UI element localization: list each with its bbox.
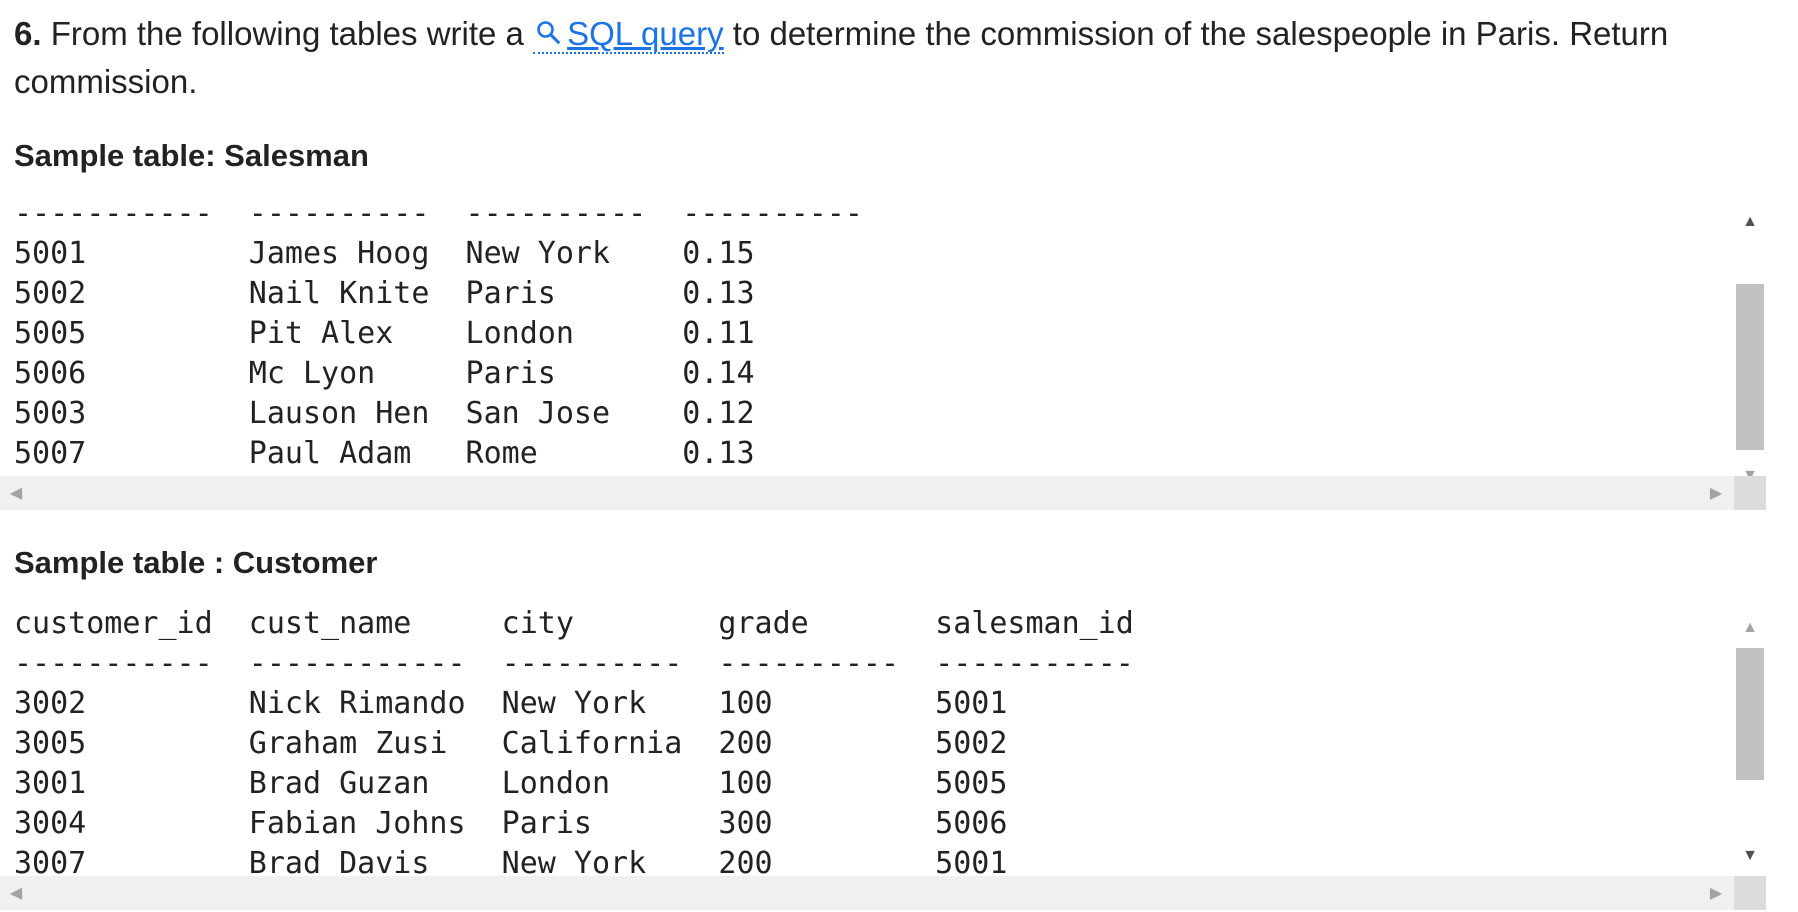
salesman-heading: Sample table: Salesman xyxy=(14,138,369,173)
question-text: 6. From the following tables write a SQL… xyxy=(14,10,1754,106)
salesman-horizontal-scrollbar[interactable]: ◀ ▶ xyxy=(0,476,1766,510)
salesman-code-line: 5006 Mc Lyon Paris 0.14 xyxy=(14,356,755,391)
scroll-right-icon[interactable]: ▶ xyxy=(1700,476,1732,510)
salesman-code-line: 5005 Pit Alex London 0.11 xyxy=(14,316,755,351)
question-number: 6. xyxy=(14,15,42,52)
customer-table-code: customer_id cust_name city grade salesma… xyxy=(14,604,1134,884)
magnifier-icon xyxy=(537,21,560,44)
salesman-table-code: ----------- ---------- ---------- ------… xyxy=(14,196,863,474)
sql-query-link[interactable]: SQL query xyxy=(533,15,724,54)
customer-code-line: customer_id cust_name city grade salesma… xyxy=(14,606,1134,641)
scroll-left-icon[interactable]: ◀ xyxy=(0,476,32,510)
salesman-code-line: 5001 James Hoog New York 0.15 xyxy=(14,236,755,271)
scroll-right-icon[interactable]: ▶ xyxy=(1700,876,1732,910)
salesman-code-line: 5003 Lauson Hen San Jose 0.12 xyxy=(14,396,755,431)
salesman-code-line: 5002 Nail Knite Paris 0.13 xyxy=(14,276,755,311)
sql-query-link-text: SQL query xyxy=(567,15,724,52)
scroll-up-icon[interactable]: ▲ xyxy=(1734,208,1766,236)
customer-horizontal-scrollbar[interactable]: ◀ ▶ xyxy=(0,876,1766,910)
customer-code-line: 3004 Fabian Johns Paris 300 5006 xyxy=(14,806,1008,841)
question-text-before: From the following tables write a xyxy=(41,15,524,52)
page: 6. From the following tables write a SQL… xyxy=(0,0,1798,912)
customer-heading: Sample table : Customer xyxy=(14,545,378,580)
scroll-corner xyxy=(1734,476,1766,510)
salesman-code-line: ----------- ---------- ---------- ------… xyxy=(14,196,863,231)
scroll-left-icon[interactable]: ◀ xyxy=(0,876,32,910)
salesman-vertical-scrollbar[interactable]: ▲ ▼ xyxy=(1734,208,1766,484)
customer-scroll-thumb[interactable] xyxy=(1736,648,1764,780)
customer-code-line: 3002 Nick Rimando New York 100 5001 xyxy=(14,686,1008,721)
salesman-table-box[interactable]: ----------- ---------- ---------- ------… xyxy=(0,196,1766,510)
scroll-corner xyxy=(1734,876,1766,910)
scroll-down-icon[interactable]: ▼ xyxy=(1734,842,1766,870)
customer-vertical-scrollbar[interactable]: ▲ ▼ xyxy=(1734,614,1766,876)
customer-code-line: 3001 Brad Guzan London 100 5005 xyxy=(14,766,1008,801)
customer-code-line: ----------- ------------ ---------- ----… xyxy=(14,646,1134,681)
scroll-up-icon[interactable]: ▲ xyxy=(1734,614,1766,642)
customer-code-line: 3005 Graham Zusi California 200 5002 xyxy=(14,726,1008,761)
customer-table-box[interactable]: customer_id cust_name city grade salesma… xyxy=(0,602,1766,912)
salesman-scroll-thumb[interactable] xyxy=(1736,284,1764,450)
salesman-code-line: 5007 Paul Adam Rome 0.13 xyxy=(14,436,755,471)
